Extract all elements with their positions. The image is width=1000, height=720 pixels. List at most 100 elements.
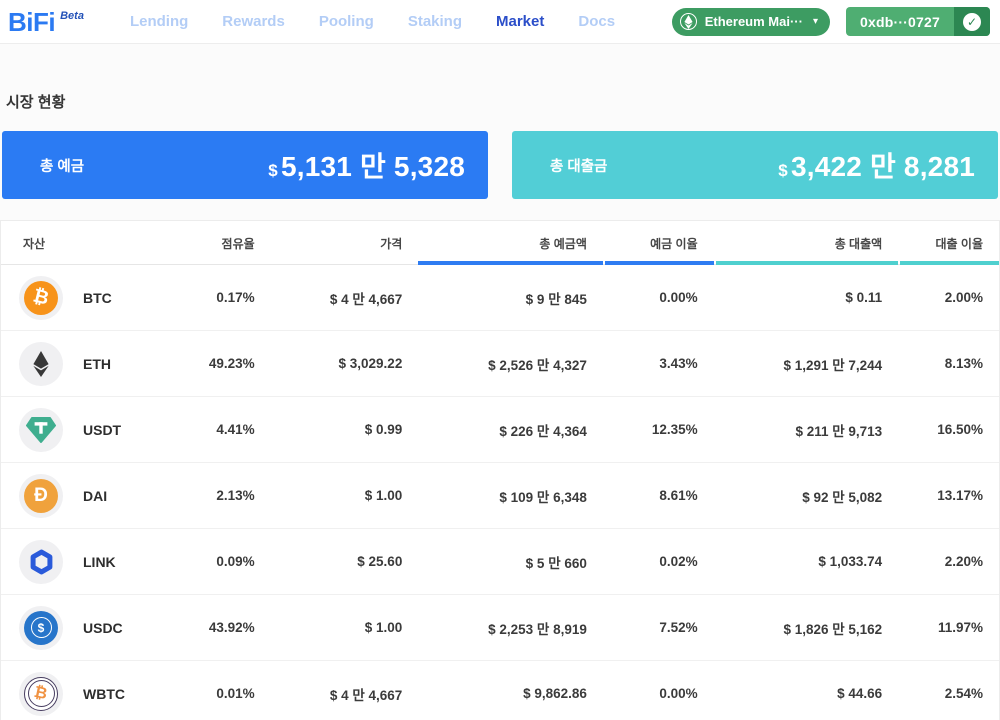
- table-header-row: 자산 점유율 가격 총 예금액 예금 이율 총 대출액 대출 이율: [1, 221, 999, 265]
- total-borrow-label: 총 대출금: [550, 155, 607, 176]
- deposit-rate-cell: 8.61%: [603, 463, 714, 529]
- asset-cell: LINK: [1, 529, 141, 595]
- bifi-logo[interactable]: BiFi Beta: [8, 9, 84, 35]
- asset-symbol: DAI: [83, 488, 107, 504]
- deposit-total-cell: $ 109 만 6,348: [418, 463, 603, 529]
- deposit-rate-cell: 0.02%: [603, 529, 714, 595]
- usd-coin-icon: $: [19, 606, 63, 650]
- table-row-eth[interactable]: ETH49.23%$ 3,029.22$ 2,526 만 4,3273.43%$…: [1, 331, 999, 397]
- borrow-total-cell: $ 44.66: [714, 661, 899, 720]
- share-cell: 49.23%: [141, 331, 271, 397]
- nav-item-docs[interactable]: Docs: [578, 13, 615, 30]
- share-cell: 0.01%: [141, 661, 271, 720]
- total-deposit-card: 총 예금 $5,131 만 5,328: [2, 131, 488, 199]
- borrow-total-cell: $ 1,826 만 5,162: [714, 595, 899, 661]
- dai-icon: Đ: [19, 474, 63, 518]
- borrow-rate-cell: 2.00%: [898, 265, 999, 331]
- col-header-borrow-total: 총 대출액: [714, 221, 899, 265]
- total-deposit-value: $5,131 만 5,328: [268, 145, 465, 185]
- share-cell: 0.09%: [141, 529, 271, 595]
- total-borrow-card: 총 대출금 $3,422 만 8,281: [512, 131, 998, 199]
- top-nav: BiFi Beta Lending Rewards Pooling Staking Ma…: [0, 0, 1000, 44]
- borrow-rate-cell: 8.13%: [898, 331, 999, 397]
- network-selector-button[interactable]: Ethereum Mai··· ▾: [672, 8, 830, 36]
- deposit-rate-cell: 3.43%: [603, 331, 714, 397]
- currency-symbol: $: [778, 161, 788, 180]
- asset-symbol: USDC: [83, 620, 123, 636]
- price-cell: $ 4 만 4,667: [271, 661, 419, 720]
- price-cell: $ 4 만 4,667: [271, 265, 419, 331]
- share-cell: 2.13%: [141, 463, 271, 529]
- borrow-rate-cell: 16.50%: [898, 397, 999, 463]
- chevron-down-icon: ▾: [813, 16, 818, 27]
- borrow-total-cell: $ 1,291 만 7,244: [714, 331, 899, 397]
- table-row-btc[interactable]: ₿BTC0.17%$ 4 만 4,667$ 9 만 8450.00%$ 0.11…: [1, 265, 999, 331]
- nav-right: Ethereum Mai··· ▾ 0xdb···0727 ✓: [672, 7, 990, 36]
- wallet-address: 0xdb···0727: [846, 14, 954, 30]
- borrow-rate-cell: 2.54%: [898, 661, 999, 720]
- asset-cell: ₿ BTC: [1, 265, 141, 331]
- col-header-borrow-rate: 대출 이율: [898, 221, 999, 265]
- asset-cell: Đ DAI: [1, 463, 141, 529]
- deposit-rate-cell: 7.52%: [603, 595, 714, 661]
- nav-item-lending[interactable]: Lending: [130, 13, 188, 30]
- col-header-deposit-total: 총 예금액: [418, 221, 603, 265]
- asset-cell: ₿ WBTC: [1, 661, 141, 720]
- table-row-wbtc[interactable]: ₿WBTC0.01%$ 4 만 4,667$ 9,862.860.00%$ 44…: [1, 661, 999, 720]
- nav-item-market[interactable]: Market: [496, 13, 544, 30]
- col-header-asset: 자산: [1, 221, 141, 265]
- table-row-dai[interactable]: ĐDAI2.13%$ 1.00$ 109 만 6,3488.61%$ 92 만 …: [1, 463, 999, 529]
- asset-symbol: BTC: [83, 290, 112, 306]
- share-cell: 4.41%: [141, 397, 271, 463]
- table-row-usdt[interactable]: USDT4.41%$ 0.99$ 226 만 4,36412.35%$ 211 …: [1, 397, 999, 463]
- nav-item-pooling[interactable]: Pooling: [319, 13, 374, 30]
- nav-item-rewards[interactable]: Rewards: [222, 13, 285, 30]
- borrow-total-cell: $ 0.11: [714, 265, 899, 331]
- logo-text: BiFi: [8, 9, 55, 35]
- asset-symbol: LINK: [83, 554, 116, 570]
- col-header-deposit-rate: 예금 이율: [603, 221, 714, 265]
- table-row-usdc[interactable]: $ USDC 43.92%$ 1.00$ 2,253 만 8,9197.52%$ 1…: [1, 595, 999, 661]
- borrow-rate-cell: 11.97%: [898, 595, 999, 661]
- deposit-total-cell: $ 2,526 만 4,327: [418, 331, 603, 397]
- deposit-rate-cell: 0.00%: [603, 265, 714, 331]
- borrow-rate-cell: 13.17%: [898, 463, 999, 529]
- wrapped-bitcoin-icon: ₿: [19, 672, 63, 716]
- col-header-share: 점유율: [141, 221, 271, 265]
- asset-cell: ETH: [1, 331, 141, 397]
- deposit-total-cell: $ 5 만 660: [418, 529, 603, 595]
- asset-cell: $ USDC: [1, 595, 141, 661]
- currency-symbol: $: [268, 161, 278, 180]
- asset-symbol: USDT: [83, 422, 121, 438]
- wallet-button[interactable]: 0xdb···0727 ✓: [846, 7, 990, 36]
- borrow-total-cell: $ 92 만 5,082: [714, 463, 899, 529]
- tether-icon: [19, 408, 63, 452]
- asset-cell: USDT: [1, 397, 141, 463]
- price-cell: $ 1.00: [271, 595, 419, 661]
- chainlink-icon: [19, 540, 63, 584]
- deposit-total-cell: $ 2,253 만 8,919: [418, 595, 603, 661]
- col-header-price: 가격: [271, 221, 419, 265]
- borrow-rate-cell: 2.20%: [898, 529, 999, 595]
- ethereum-icon: [680, 13, 697, 30]
- deposit-total-cell: $ 9,862.86: [418, 661, 603, 720]
- market-page: 시장 현황 총 예금 $5,131 만 5,328 총 대출금 $3,422 만…: [0, 91, 1000, 720]
- asset-symbol: WBTC: [83, 686, 125, 702]
- page-title: 시장 현황: [6, 91, 994, 112]
- total-borrow-value: $3,422 만 8,281: [778, 145, 975, 185]
- nav-item-staking[interactable]: Staking: [408, 13, 462, 30]
- check-icon: ✓: [963, 13, 981, 31]
- share-cell: 43.92%: [141, 595, 271, 661]
- market-table: 자산 점유율 가격 총 예금액 예금 이율 총 대출액 대출 이율 ₿ BTC 0.…: [0, 220, 1000, 720]
- share-cell: 0.17%: [141, 265, 271, 331]
- nav-menu: Lending Rewards Pooling Staking Market Docs: [130, 13, 615, 30]
- ethereum-icon: [19, 342, 63, 386]
- deposit-rate-cell: 12.35%: [603, 397, 714, 463]
- bitcoin-icon: ₿: [19, 276, 63, 320]
- table-row-link[interactable]: LINK0.09%$ 25.60$ 5 만 6600.02%$ 1,033.74…: [1, 529, 999, 595]
- summary-cards: 총 예금 $5,131 만 5,328 총 대출금 $3,422 만 8,281: [2, 131, 998, 199]
- wallet-status-segment: ✓: [954, 7, 990, 36]
- price-cell: $ 3,029.22: [271, 331, 419, 397]
- beta-badge: Beta: [60, 10, 84, 22]
- price-cell: $ 0.99: [271, 397, 419, 463]
